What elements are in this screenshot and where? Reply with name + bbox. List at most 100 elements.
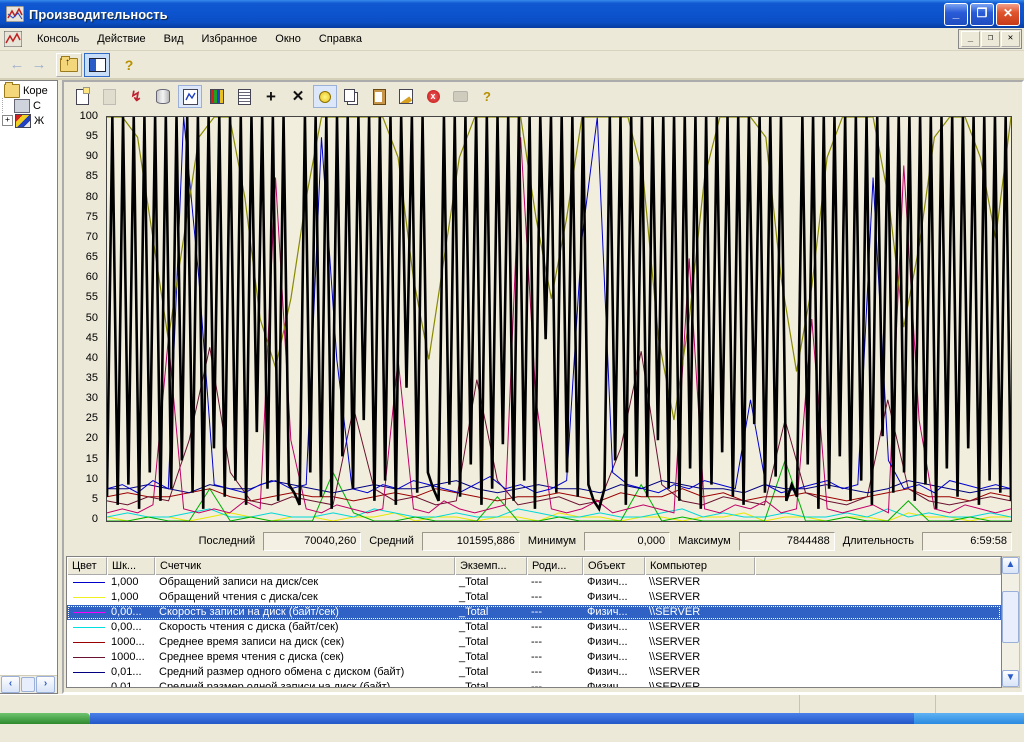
scroll-right-button[interactable]: › xyxy=(36,676,55,693)
close-button[interactable]: ✕ xyxy=(996,3,1020,26)
legend-row[interactable]: 0,00...Скорость чтения с диска (байт/сек… xyxy=(67,620,1001,635)
legend-row[interactable]: 0,01...Средний размер одной записи на ди… xyxy=(67,680,1001,687)
tree-item-с[interactable]: С xyxy=(2,98,57,113)
menu-вид[interactable]: Вид xyxy=(155,31,193,47)
console-help-button[interactable]: ? xyxy=(116,53,142,77)
legend-row[interactable]: 1,000Обращений чтения с диска/сек_Total-… xyxy=(67,590,1001,605)
console-tree-icon xyxy=(89,58,106,72)
counter-computer: \\SERVER xyxy=(645,575,755,590)
stat-value-максимум: 7844488 xyxy=(739,532,835,551)
counter-instance: _Total xyxy=(455,680,527,687)
update-data-button xyxy=(448,85,472,108)
y-tick-label: 70 xyxy=(64,231,98,243)
view-report-button[interactable] xyxy=(232,85,256,108)
taskbar-strip xyxy=(90,713,914,724)
counter-color-swatch xyxy=(67,612,107,613)
legend-column-header[interactable]: Компьютер xyxy=(645,557,755,575)
menu-избранное[interactable]: Избранное xyxy=(193,31,267,47)
scroll-down-button[interactable]: ▼ xyxy=(1002,670,1019,687)
system-monitor-panel: ↯+✕x? 1009590858075706560555045403530252… xyxy=(62,80,1024,694)
view-histogram-button[interactable] xyxy=(205,85,229,108)
minimize-button[interactable]: _ xyxy=(944,3,968,26)
scrollbar-thumb[interactable] xyxy=(21,677,35,692)
y-tick-label: 55 xyxy=(64,291,98,303)
y-tick-label: 85 xyxy=(64,170,98,182)
delete-counter-button[interactable]: ✕ xyxy=(286,85,310,108)
stat-value-средний: 101595,886 xyxy=(422,532,520,551)
view-current-activity-button[interactable]: ↯ xyxy=(124,85,148,108)
counter-object: Физич... xyxy=(583,650,645,665)
legend-column-header[interactable]: Шк... xyxy=(107,557,155,575)
console-icon xyxy=(4,31,22,47)
legend-vertical-scrollbar[interactable]: ▲ ▼ xyxy=(1002,556,1020,688)
view-log-data-icon xyxy=(156,89,170,104)
legend-row[interactable]: 1000...Среднее время записи на диск (сек… xyxy=(67,635,1001,650)
new-counter-set-button[interactable] xyxy=(70,85,94,108)
scroll-up-button[interactable]: ▲ xyxy=(1002,557,1019,574)
freeze-display-icon: x xyxy=(427,90,440,103)
y-tick-label: 30 xyxy=(64,392,98,404)
forward-button[interactable]: → xyxy=(28,56,50,73)
title-bar: Производительность _ ❐ ✕ xyxy=(0,0,1024,28)
tree-horizontal-scrollbar[interactable]: ‹ › xyxy=(0,675,57,693)
legend-column-header[interactable]: Роди... xyxy=(527,557,583,575)
console-toolbar: ← → ? xyxy=(0,51,1024,80)
scrollbar-thumb[interactable] xyxy=(1002,591,1019,643)
stat-label-длительность: Длительность xyxy=(843,535,914,547)
clear-display-icon xyxy=(103,89,116,105)
start-button[interactable] xyxy=(0,713,90,724)
help-button[interactable]: ? xyxy=(475,85,499,108)
tree-item-label: Ж xyxy=(34,115,44,127)
mdi-restore-button[interactable]: ❐ xyxy=(981,31,1000,47)
menu-окно[interactable]: Окно xyxy=(266,31,310,47)
y-tick-label: 0 xyxy=(64,513,98,525)
legend-row[interactable]: 0,00...Скорость записи на диск (байт/сек… xyxy=(67,605,1001,620)
legend-column-header[interactable]: Счетчик xyxy=(155,557,455,575)
legend-row[interactable]: 1,000Обращений записи на диск/сек_Total-… xyxy=(67,575,1001,590)
back-button[interactable]: ← xyxy=(6,56,28,73)
scroll-left-button[interactable]: ‹ xyxy=(1,676,20,693)
menu-справка[interactable]: Справка xyxy=(310,31,371,47)
tree-item-коре[interactable]: Коре xyxy=(2,83,57,98)
copy-properties-icon xyxy=(344,89,355,102)
counter-parent: --- xyxy=(527,575,583,590)
view-graph-button[interactable] xyxy=(178,85,202,108)
y-tick-label: 40 xyxy=(64,352,98,364)
counter-instance: _Total xyxy=(455,635,527,650)
system-monitor-toolbar: ↯ +✕ x? xyxy=(64,82,1022,111)
show-console-tree-button[interactable] xyxy=(84,53,110,77)
expander-icon[interactable]: + xyxy=(2,115,13,126)
legend-column-header[interactable]: Объект xyxy=(583,557,645,575)
counter-computer: \\SERVER xyxy=(645,650,755,665)
counter-name: Скорость чтения с диска (байт/сек) xyxy=(155,620,455,635)
y-tick-label: 25 xyxy=(64,412,98,424)
legend-row[interactable]: 0,01...Средний размер одного обмена с ди… xyxy=(67,665,1001,680)
counter-name: Средний размер одной записи на диск (бай… xyxy=(155,680,455,687)
freeze-display-button[interactable]: x xyxy=(421,85,445,108)
tree-indent xyxy=(2,98,14,113)
restore-button[interactable]: ❐ xyxy=(970,3,994,26)
view-current-activity-icon: ↯ xyxy=(130,88,142,105)
properties-button[interactable] xyxy=(394,85,418,108)
system-tray xyxy=(914,713,1024,724)
menu-консоль[interactable]: Консоль xyxy=(28,31,88,47)
counter-color-swatch xyxy=(67,582,107,583)
legend-row[interactable]: 1000...Среднее время чтения с диска (сек… xyxy=(67,650,1001,665)
counter-color-swatch xyxy=(67,597,107,598)
mdi-close-button[interactable]: ✕ xyxy=(1001,31,1020,47)
paste-counter-list-button[interactable] xyxy=(367,85,391,108)
y-tick-label: 75 xyxy=(64,211,98,223)
up-one-level-button[interactable] xyxy=(56,53,82,77)
menu-bar: КонсольДействиеВидИзбранноеОкноСправка _… xyxy=(0,28,1024,51)
view-log-data-button[interactable] xyxy=(151,85,175,108)
highlight-button[interactable] xyxy=(313,85,337,108)
legend-column-header[interactable]: Экземп... xyxy=(455,557,527,575)
menu-действие[interactable]: Действие xyxy=(88,31,154,47)
add-counter-button[interactable]: + xyxy=(259,85,283,108)
performance-monitor-window: Производительность _ ❐ ✕ КонсольДействие… xyxy=(0,0,1024,713)
counter-instance: _Total xyxy=(455,650,527,665)
legend-column-header[interactable]: Цвет xyxy=(67,557,107,575)
mdi-minimize-button[interactable]: _ xyxy=(961,31,980,47)
copy-properties-button[interactable] xyxy=(340,85,364,108)
tree-item-ж[interactable]: +Ж xyxy=(2,113,57,128)
